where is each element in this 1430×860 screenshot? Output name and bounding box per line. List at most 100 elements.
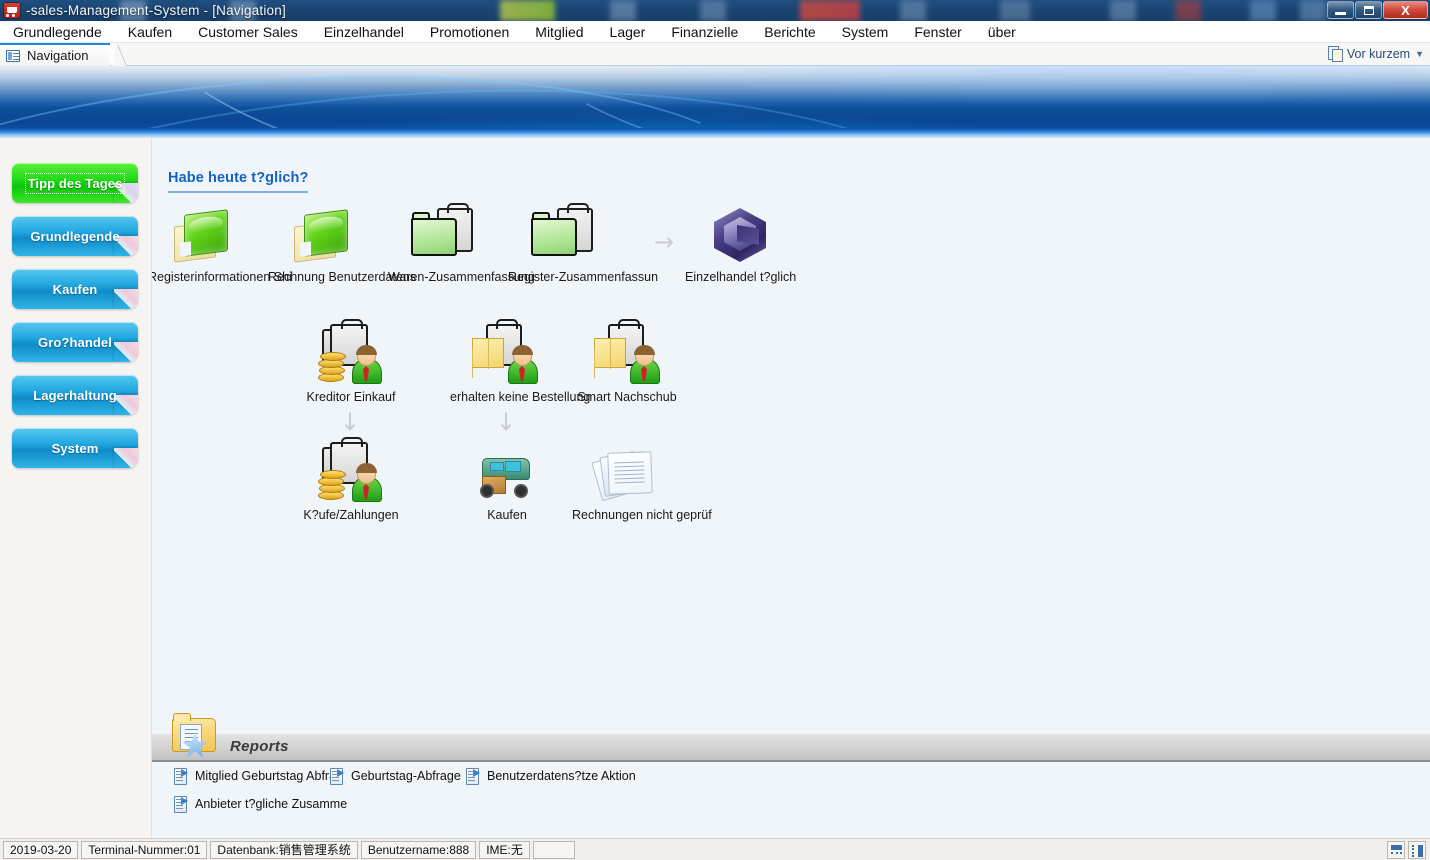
taskbar-blur-item <box>610 0 636 21</box>
sidebar-item-lagerhaltung[interactable]: Lagerhaltung <box>12 375 138 415</box>
green-book-icon <box>268 198 378 264</box>
shortcut-waren-zusammenfassung[interactable]: Waren-Zusammenfassung <box>388 198 535 284</box>
menu-item-system[interactable]: System <box>829 21 902 43</box>
sidebar-item-kaufen[interactable]: Kaufen <box>12 269 138 309</box>
person-coins-clipboard-icon <box>296 318 406 384</box>
menu-item-lager[interactable]: Lager <box>597 21 659 43</box>
sidebar-item-label: Gro?handel <box>38 334 112 350</box>
corner-curl-icon <box>114 289 138 309</box>
report-link-geburtstag-abfrage[interactable]: Geburtstag-Abfrage <box>330 768 461 785</box>
banner-base-strip <box>0 128 1430 138</box>
menu-item-kaufen[interactable]: Kaufen <box>115 21 185 43</box>
shortcut-label: Rechnung Benutzerdatens <box>268 270 417 284</box>
sidebar-item-label: Kaufen <box>52 281 98 297</box>
stacked-papers-icon <box>572 436 682 502</box>
taskbar-blur-item <box>500 0 555 21</box>
reports-title: Reports <box>230 738 289 755</box>
taskbar-blur-item <box>900 0 926 21</box>
menu-item-customer-sales[interactable]: Customer Sales <box>185 21 311 43</box>
minimize-button[interactable] <box>1327 1 1354 19</box>
shortcut-rechnung-benutzerdatens[interactable]: Rechnung Benutzerdatens <box>268 198 417 284</box>
person-box-clipboard-icon <box>450 318 560 384</box>
taskbar-blur-item <box>700 0 726 21</box>
delivery-truck-icon <box>452 436 562 502</box>
recent-label: Vor kurzem <box>1346 46 1411 61</box>
menu-item-einzelhandel[interactable]: Einzelhandel <box>311 21 417 43</box>
shortcut-smart-nachschub[interactable]: Smart Nachschub <box>572 318 682 404</box>
person-box-clipboard-icon <box>572 318 682 384</box>
shortcut-label: Register-Zusammenfassun <box>508 270 659 284</box>
status-terminal: Terminal-Nummer:01 <box>81 840 208 859</box>
report-doc-icon <box>466 768 481 785</box>
corner-curl-icon <box>114 342 138 362</box>
menu-item-berichte[interactable]: Berichte <box>751 21 828 43</box>
status-ime: IME:无 <box>479 840 530 859</box>
taskbar-blur-item <box>800 0 860 21</box>
shortcut-registerinformationen[interactable]: Registerinformationen Shi <box>152 198 292 284</box>
report-link-benutzerdatensaetze-aktion[interactable]: Benutzerdatens?tze Aktion <box>466 768 636 785</box>
report-doc-icon <box>330 768 345 785</box>
green-book-icon <box>152 198 258 264</box>
recent-button[interactable]: Vor kurzem ▼ <box>1327 46 1424 62</box>
layout-vertical-icon[interactable] <box>1408 841 1426 859</box>
chevron-down-icon[interactable]: ▼ <box>1415 49 1424 59</box>
shortcut-einzelhandel-taeglich[interactable]: Einzelhandel t?glich <box>685 198 797 284</box>
report-link-anbieter-taegliche-zusammenfassung[interactable]: Anbieter t?gliche Zusamme <box>174 796 347 813</box>
menu-item-finanzielle[interactable]: Finanzielle <box>658 21 751 43</box>
corner-curl-icon <box>114 448 138 468</box>
menu-item-mitglied[interactable]: Mitglied <box>522 21 596 43</box>
menu-item-fenster[interactable]: Fenster <box>901 21 974 43</box>
menu-item-grundlegende[interactable]: Grundlegende <box>0 21 115 43</box>
shortcut-erhalten-keine-bestellung[interactable]: erhalten keine Bestellung <box>450 318 591 404</box>
sidebar: Tipp des Tages Grundlegende Kaufen Gro?h… <box>0 138 152 838</box>
shortcut-kaufen[interactable]: Kaufen <box>452 436 562 522</box>
report-doc-icon <box>174 796 189 813</box>
report-doc-icon <box>174 768 189 785</box>
arrow-down-icon: ↓ <box>340 408 361 436</box>
header-banner <box>0 66 1430 138</box>
shortcut-kreditor-einkauf[interactable]: Kreditor Einkauf <box>296 318 406 404</box>
shortcut-label: Rechnungen nicht geprüf <box>572 508 712 522</box>
folder-star-icon <box>170 712 222 760</box>
window-controls[interactable]: X <box>1326 1 1428 20</box>
shortcut-rechnungen-nicht-geprueft[interactable]: Rechnungen nicht geprüf <box>572 436 712 522</box>
layout-horizontal-icon[interactable] <box>1387 841 1405 859</box>
menu-item-ueber[interactable]: über <box>975 21 1029 43</box>
hex-cube-icon <box>685 198 795 264</box>
arrow-down-icon: ↓ <box>496 408 517 436</box>
shortcut-label: K?ufe/Zahlungen <box>303 508 399 522</box>
page-title: Habe heute t?glich? <box>168 170 309 193</box>
shopping-cart-icon <box>4 3 20 18</box>
restore-button[interactable] <box>1355 1 1382 19</box>
shortcut-register-zusammenfassung[interactable]: Register-Zusammenfassun <box>508 198 659 284</box>
sidebar-item-grosshandel[interactable]: Gro?handel <box>12 322 138 362</box>
shortcut-label: erhalten keine Bestellung <box>450 390 591 404</box>
close-button[interactable]: X <box>1383 1 1428 19</box>
shortcut-kaeufe-zahlungen[interactable]: K?ufe/Zahlungen <box>296 436 406 522</box>
tab-strip: Navigation Vor kurzem ▼ <box>0 43 1430 66</box>
tab-navigation[interactable]: Navigation <box>0 43 110 66</box>
status-username: Benutzername:888 <box>360 840 477 859</box>
taskbar-blur-item <box>1250 0 1276 21</box>
shortcut-label: Smart Nachschub <box>577 390 677 404</box>
arrow-right-icon: → <box>654 228 675 256</box>
sidebar-item-label: Grundlegende <box>30 228 120 244</box>
sidebar-item-system[interactable]: System <box>12 428 138 468</box>
sidebar-item-tipp-des-tages[interactable]: Tipp des Tages <box>12 163 138 203</box>
report-link-label: Geburtstag-Abfrage <box>351 769 461 783</box>
report-link-mitglied-geburtstag[interactable]: Mitglied Geburtstag Abfrag <box>174 768 343 785</box>
status-bar: 2019-03-20 Terminal-Nummer:01 Datenbank:… <box>0 838 1430 860</box>
shortcut-label: Kreditor Einkauf <box>306 390 396 404</box>
title-bar: -sales-Management-System - [Navigation] … <box>0 0 1430 21</box>
tab-navigation-label: Navigation <box>27 48 89 63</box>
status-layout-toggles <box>1384 841 1426 859</box>
report-link-label: Benutzerdatens?tze Aktion <box>487 769 636 783</box>
main-content: Habe heute t?glich? Registerinformatione… <box>152 138 1430 838</box>
sidebar-item-grundlegende[interactable]: Grundlegende <box>12 216 138 256</box>
sidebar-item-label: Tipp des Tages <box>24 172 126 194</box>
shortcut-label: Einzelhandel t?glich <box>685 270 797 284</box>
menu-item-promotionen[interactable]: Promotionen <box>417 21 522 43</box>
folder-clipboard-icon <box>508 198 618 264</box>
status-database: Datenbank:销售管理系统 <box>210 840 358 859</box>
report-link-label: Mitglied Geburtstag Abfrag <box>195 769 343 783</box>
